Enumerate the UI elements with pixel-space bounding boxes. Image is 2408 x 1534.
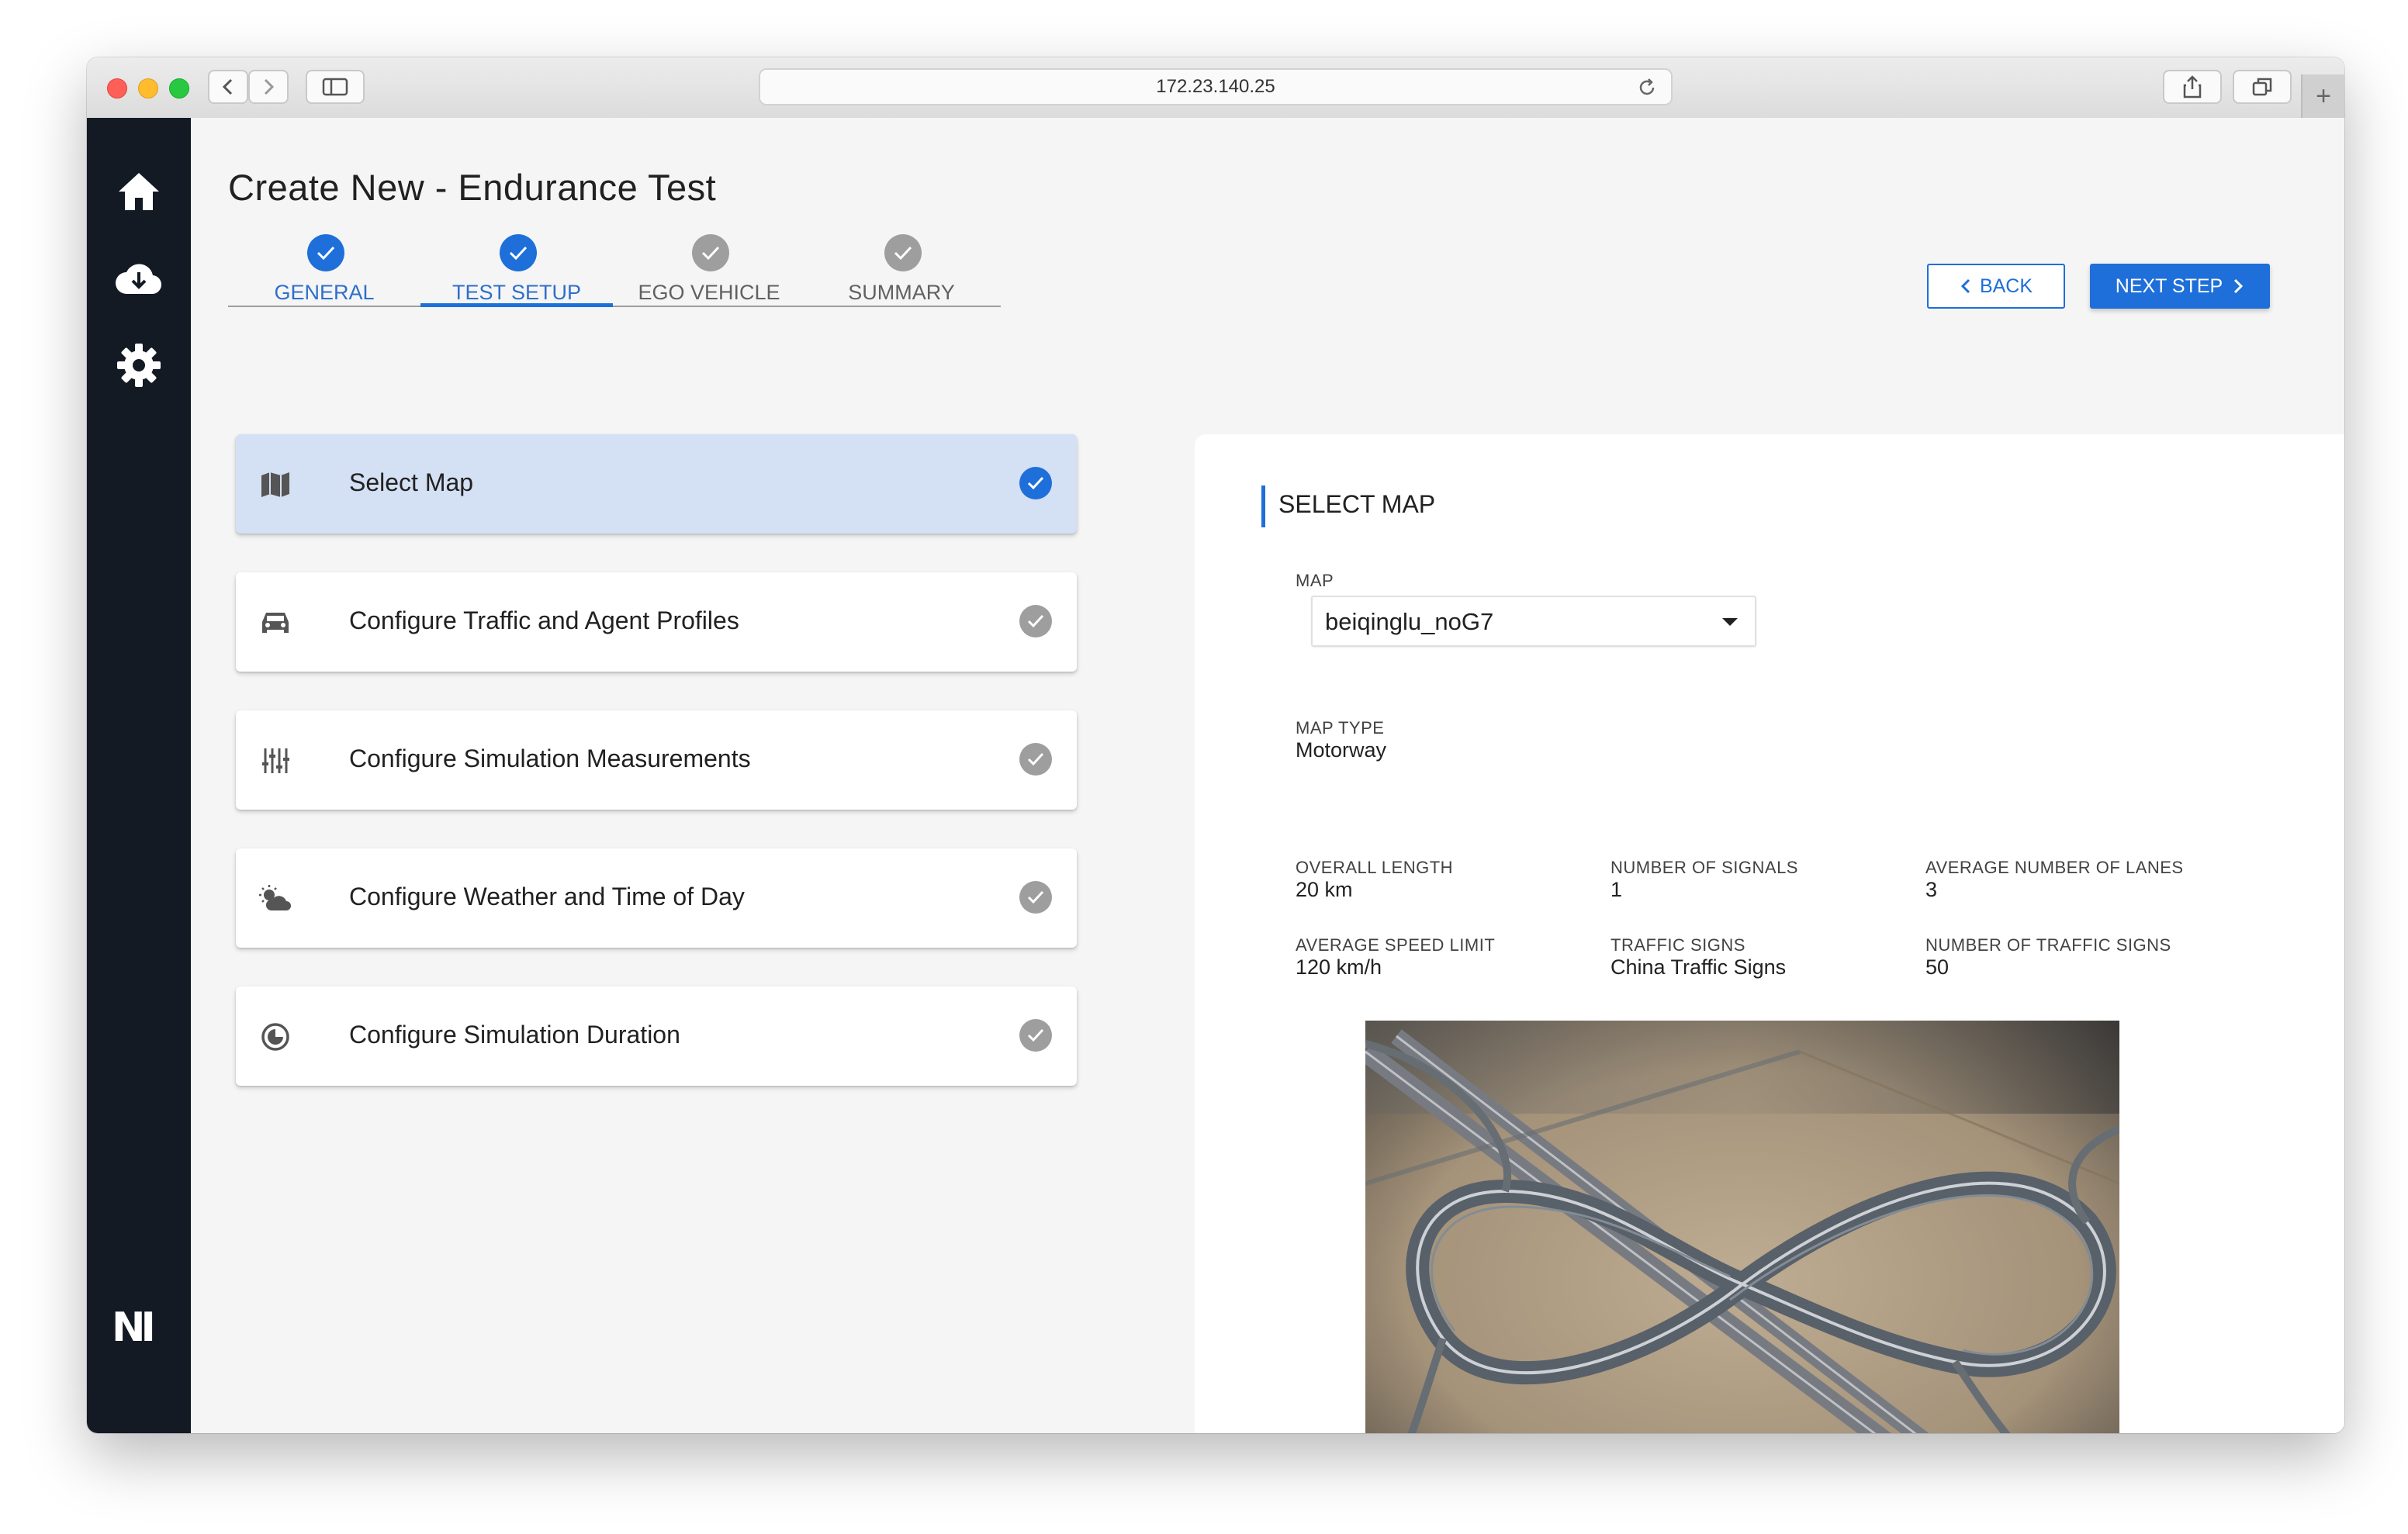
back-button-label: BACK [1979,275,2033,297]
map-select[interactable]: beiqinglu_noG7 [1311,596,1756,647]
next-step-button[interactable]: NEXT STEP [2090,264,2270,309]
tabs-icon [2252,78,2272,96]
home-icon [119,173,159,210]
average-speed-limit-label: AVERAGE SPEED LIMIT [1296,935,1496,955]
number-of-signals-label: NUMBER OF SIGNALS [1611,858,1798,877]
chevron-right-icon [264,78,275,95]
overall-length-value: 20 km [1296,878,1353,901]
traffic-signs-value: China Traffic Signs [1611,955,1787,979]
step-summary[interactable]: SUMMARY [805,234,998,306]
step-label: SUMMARY [848,281,955,304]
ni-logo: NI [112,1304,156,1351]
task-label: Configure Weather and Time of Day [349,883,745,910]
weather-icon [258,881,293,917]
task-simulation-measurements[interactable]: Configure Simulation Measurements [236,710,1077,810]
wizard-stepper: GENERAL TEST SETUP EGO VEHICLE SUMMARY [228,234,1001,307]
sidebar-icon [322,78,348,96]
duration-icon [258,1019,293,1055]
task-select-map[interactable]: Select Map [236,434,1077,534]
reload-icon[interactable] [1637,78,1657,98]
check-circle-icon [1019,881,1052,914]
step-check-icon [884,234,922,271]
car-icon [258,605,293,641]
app-sidebar: NI [87,118,191,1433]
task-label: Select Map [349,468,474,496]
task-label: Configure Simulation Duration [349,1021,680,1049]
browser-forward-button[interactable] [248,70,289,104]
next-step-button-label: NEXT STEP [2115,275,2223,297]
step-check-icon [307,234,344,271]
map-icon [258,467,293,503]
map-type-label: MAP TYPE [1296,718,1385,738]
average-lanes-label: AVERAGE NUMBER OF LANES [1925,858,2184,877]
page-title: Create New - Endurance Test [228,167,717,208]
check-circle-icon [1019,467,1052,499]
browser-back-button[interactable] [208,70,248,104]
sidebar-toggle-button[interactable] [306,70,365,104]
cloud-download-icon [116,264,162,295]
step-label: TEST SETUP [452,281,582,304]
check-circle-icon [1019,1019,1052,1052]
chevron-left-icon [222,78,233,95]
zoom-window-button[interactable] [169,78,189,98]
chevron-left-icon [1960,278,1970,294]
main-content: Create New - Endurance Test GENERAL TEST… [191,118,2344,1433]
minimize-window-button[interactable] [138,78,158,98]
map-preview-image [1365,1021,2119,1433]
new-tab-button[interactable]: + [2301,74,2344,118]
step-check-icon [500,234,537,271]
map-select-value: beiqinglu_noG7 [1325,608,1494,635]
chevron-right-icon [2234,278,2244,294]
step-test-setup[interactable]: TEST SETUP [420,234,613,307]
home-nav-button[interactable] [113,166,164,217]
measurements-icon [258,743,293,779]
plus-icon: + [2316,81,2331,111]
select-map-panel: SELECT MAP MAP beiqinglu_noG7 MAP TYPE M… [1195,434,2344,1433]
check-circle-icon [1019,743,1052,776]
share-button[interactable] [2163,70,2222,104]
step-label: GENERAL [274,281,375,304]
task-weather-time-of-day[interactable]: Configure Weather and Time of Day [236,848,1077,948]
panel-title: SELECT MAP [1278,490,1436,518]
close-window-button[interactable] [107,78,127,98]
number-of-signals-value: 1 [1611,878,1623,901]
task-label: Configure Simulation Measurements [349,745,751,772]
check-circle-icon [1019,605,1052,637]
gear-icon [117,344,161,387]
browser-window: 172.23.140.25 + NI Create New - Enduranc… [87,57,2344,1433]
task-traffic-agent-profiles[interactable]: Configure Traffic and Agent Profiles [236,572,1077,672]
browser-titlebar: 172.23.140.25 + [87,57,2344,119]
number-of-traffic-signs-value: 50 [1925,955,1950,979]
average-speed-limit-value: 120 km/h [1296,955,1382,979]
url-text: 172.23.140.25 [1156,76,1275,97]
step-ego-vehicle[interactable]: EGO VEHICLE [613,234,805,306]
number-of-traffic-signs-label: NUMBER OF TRAFFIC SIGNS [1925,935,2171,955]
download-nav-button[interactable] [113,253,164,304]
address-bar[interactable]: 172.23.140.25 [759,68,1673,105]
caret-down-icon [1722,618,1738,626]
map-field-label: MAP [1296,571,1334,590]
step-general[interactable]: GENERAL [228,234,420,306]
panel-title-accent [1261,485,1265,527]
task-simulation-duration[interactable]: Configure Simulation Duration [236,986,1077,1086]
traffic-signs-label: TRAFFIC SIGNS [1611,935,1745,955]
step-label: EGO VEHICLE [638,281,780,304]
share-icon [2183,75,2202,98]
tabs-overview-button[interactable] [2233,70,2292,104]
map-type-value: Motorway [1296,738,1387,762]
task-label: Configure Traffic and Agent Profiles [349,606,739,634]
overall-length-label: OVERALL LENGTH [1296,858,1454,877]
settings-nav-button[interactable] [113,340,164,391]
back-button[interactable]: BACK [1927,264,2065,309]
step-check-icon [692,234,729,271]
average-lanes-value: 3 [1925,878,1938,901]
